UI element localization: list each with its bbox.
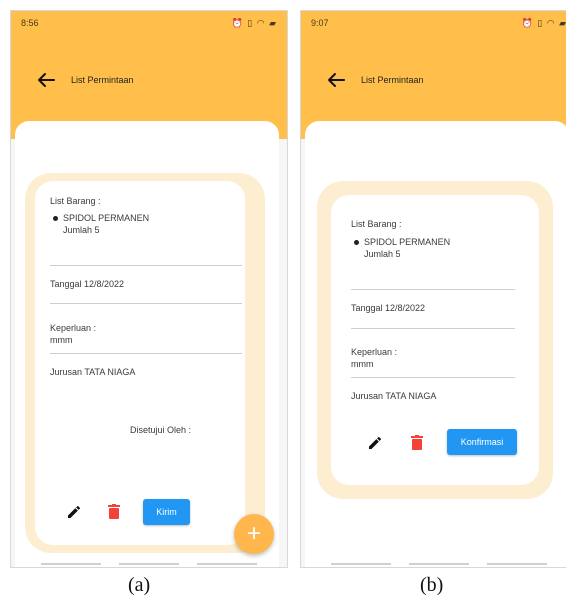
caption-b: (b) (420, 574, 444, 596)
request-date: Tanggal 12/8/2022 (351, 303, 426, 313)
content-sheet: List Barang : SPIDOL PERMANEN Jumlah 5 T… (305, 121, 566, 567)
delete-trash-icon[interactable] (411, 435, 423, 450)
item-quantity: Jumlah 5 (364, 249, 401, 259)
status-icons: ⏰ ▯ ◠ ▰ (521, 17, 566, 28)
nav-indicator (11, 563, 287, 567)
department: Jurusan TATA NIAGA (50, 367, 136, 377)
back-arrow-icon[interactable] (327, 72, 345, 88)
divider (351, 328, 515, 329)
edit-pencil-icon[interactable] (66, 504, 82, 520)
confirm-button[interactable]: Konfirmasi (447, 429, 517, 455)
edit-pencil-icon[interactable] (367, 435, 383, 451)
nav-indicator (301, 563, 566, 567)
divider (50, 353, 242, 354)
item-name: SPIDOL PERMANEN (63, 213, 150, 223)
item-quantity: Jumlah 5 (63, 225, 100, 235)
content-sheet: List Barang : SPIDOL PERMANEN Jumlah 5 T… (15, 121, 279, 567)
phone-screen-a: 8:56 ⏰ ▯ ◠ ▰ List Permintaan List Barang… (10, 10, 288, 568)
purpose-value: mmm (50, 335, 73, 345)
item-name: SPIDOL PERMANEN (364, 237, 451, 247)
send-button[interactable]: Kirim (143, 499, 190, 525)
request-card: List Barang : SPIDOL PERMANEN Jumlah 5 T… (331, 195, 539, 485)
divider (351, 377, 515, 378)
delete-trash-icon[interactable] (108, 504, 120, 519)
back-arrow-icon[interactable] (37, 72, 55, 88)
status-time: 9:07 (311, 18, 329, 28)
list-label: List Barang : (351, 219, 402, 229)
divider (50, 303, 242, 304)
page-title: List Permintaan (361, 75, 424, 85)
status-bar: 8:56 ⏰ ▯ ◠ ▰ (11, 11, 287, 35)
divider (50, 265, 242, 266)
page-title: List Permintaan (71, 75, 134, 85)
purpose-value: mmm (351, 359, 374, 369)
purpose-label: Keperluan : (351, 347, 398, 357)
caption-a: (a) (128, 574, 151, 596)
list-bullet (53, 216, 58, 221)
department: Jurusan TATA NIAGA (351, 391, 437, 401)
approved-by-label: Disetujui Oleh : (130, 425, 192, 435)
request-date: Tanggal 12/8/2022 (50, 279, 125, 289)
list-label: List Barang : (50, 196, 101, 206)
add-button[interactable]: + (234, 514, 274, 554)
divider (351, 289, 515, 290)
list-bullet (354, 240, 359, 245)
request-card: List Barang : SPIDOL PERMANEN Jumlah 5 T… (35, 181, 245, 545)
purpose-label: Keperluan : (50, 323, 97, 333)
status-bar: 9:07 ⏰ ▯ ◠ ▰ (301, 11, 566, 35)
phone-screen-b: 9:07 ⏰ ▯ ◠ ▰ List Permintaan List Barang… (300, 10, 566, 568)
status-icons: ⏰ ▯ ◠ ▰ (231, 17, 277, 28)
status-time: 8:56 (21, 18, 39, 28)
